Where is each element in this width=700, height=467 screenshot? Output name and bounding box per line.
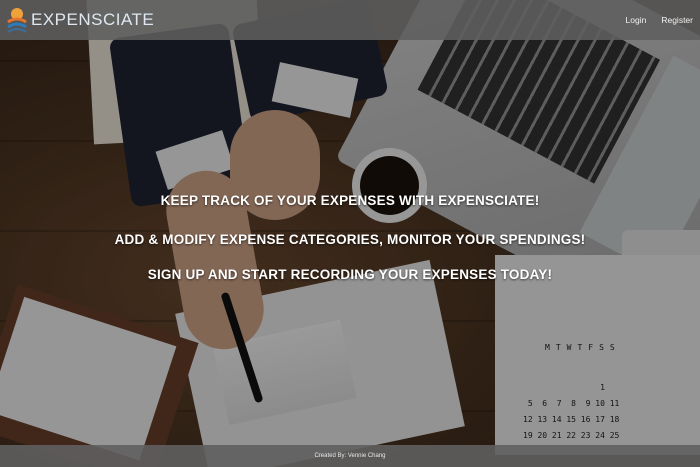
hero-line-2: ADD & MODIFY EXPENSE CATEGORIES, MONITOR… — [114, 232, 586, 247]
hero-line-1: KEEP TRACK OF YOUR EXPENSES WITH EXPENSC… — [160, 193, 540, 208]
wallet-logo-icon — [6, 6, 28, 34]
footer-credit: Created By: Vennie Chang — [314, 453, 386, 459]
login-link[interactable]: Login — [626, 15, 647, 25]
footer: Created By: Vennie Chang — [0, 445, 700, 467]
brand-home-link[interactable]: EXPENSCIATE — [6, 4, 154, 36]
top-navbar: EXPENSCIATE Login Register — [0, 0, 700, 40]
register-link[interactable]: Register — [661, 15, 693, 25]
nav-links: Login Register — [626, 0, 693, 40]
hero-line-3: SIGN UP AND START RECORDING YOUR EXPENSE… — [147, 267, 553, 282]
brand-name: EXPENSCIATE — [31, 10, 155, 29]
